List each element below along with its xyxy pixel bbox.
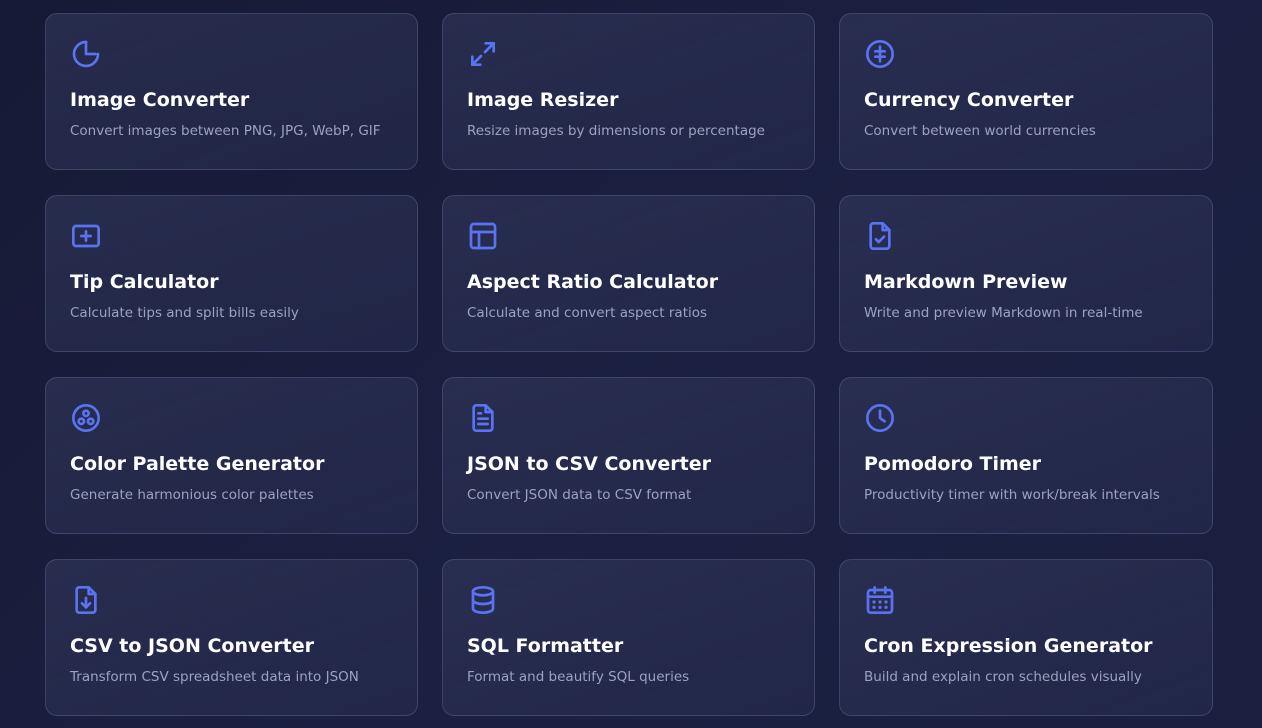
tool-description: Calculate tips and split bills easily: [70, 305, 299, 321]
tool-title: Image Converter: [70, 89, 250, 111]
tool-title: SQL Formatter: [467, 635, 624, 657]
palette-circles-icon: [70, 402, 102, 434]
tool-title: Markdown Preview: [864, 271, 1068, 293]
plus-box-icon: [70, 220, 102, 252]
refresh-half-circle-icon: [70, 38, 102, 70]
tool-title: Aspect Ratio Calculator: [467, 271, 719, 293]
tool-title: Tip Calculator: [70, 271, 219, 293]
tool-title: CSV to JSON Converter: [70, 635, 314, 657]
tool-title: Color Palette Generator: [70, 453, 325, 475]
tool-description: Convert images between PNG, JPG, WebP, G…: [70, 123, 381, 139]
tool-description: Productivity timer with work/break inter…: [864, 487, 1160, 503]
tool-description: Write and preview Markdown in real-time: [864, 305, 1143, 321]
tool-description: Build and explain cron schedules visuall…: [864, 669, 1142, 685]
tool-description: Generate harmonious color palettes: [70, 487, 314, 503]
tool-card-color-palette-generator[interactable]: Color Palette Generator Generate harmoni…: [45, 377, 418, 534]
tool-title: Pomodoro Timer: [864, 453, 1042, 475]
tool-card-currency-converter[interactable]: Currency Converter Convert between world…: [839, 13, 1213, 170]
tool-title: Currency Converter: [864, 89, 1074, 111]
tool-card-image-converter[interactable]: Image Converter Convert images between P…: [45, 13, 418, 170]
tool-card-pomodoro-timer[interactable]: Pomodoro Timer Productivity timer with w…: [839, 377, 1213, 534]
file-check-icon: [864, 220, 896, 252]
calendar-icon: [864, 584, 896, 616]
tool-card-csv-to-json-converter[interactable]: CSV to JSON Converter Transform CSV spre…: [45, 559, 418, 716]
tool-title: Cron Expression Generator: [864, 635, 1153, 657]
tool-title: JSON to CSV Converter: [467, 453, 711, 475]
file-text-icon: [467, 402, 499, 434]
clock-icon: [864, 402, 896, 434]
tools-grid: Image Converter Convert images between P…: [45, 13, 1213, 716]
tool-card-sql-formatter[interactable]: SQL Formatter Format and beautify SQL qu…: [442, 559, 815, 716]
database-icon: [467, 584, 499, 616]
file-download-icon: [70, 584, 102, 616]
tool-description: Format and beautify SQL queries: [467, 669, 690, 685]
tool-card-image-resizer[interactable]: Image Resizer Resize images by dimension…: [442, 13, 815, 170]
tool-card-json-to-csv-converter[interactable]: JSON to CSV Converter Convert JSON data …: [442, 377, 815, 534]
tool-description: Resize images by dimensions or percentag…: [467, 123, 765, 139]
expand-arrows-icon: [467, 38, 499, 70]
tool-title: Image Resizer: [467, 89, 619, 111]
tool-description: Convert JSON data to CSV format: [467, 487, 692, 503]
layout-grid-icon: [467, 220, 499, 252]
tool-card-aspect-ratio-calculator[interactable]: Aspect Ratio Calculator Calculate and co…: [442, 195, 815, 352]
tool-card-markdown-preview[interactable]: Markdown Preview Write and preview Markd…: [839, 195, 1213, 352]
tool-card-tip-calculator[interactable]: Tip Calculator Calculate tips and split …: [45, 195, 418, 352]
tool-card-cron-expression-generator[interactable]: Cron Expression Generator Build and expl…: [839, 559, 1213, 716]
tool-description: Convert between world currencies: [864, 123, 1096, 139]
tool-description: Calculate and convert aspect ratios: [467, 305, 708, 321]
tool-description: Transform CSV spreadsheet data into JSON: [70, 669, 359, 685]
currency-coin-icon: [864, 38, 896, 70]
